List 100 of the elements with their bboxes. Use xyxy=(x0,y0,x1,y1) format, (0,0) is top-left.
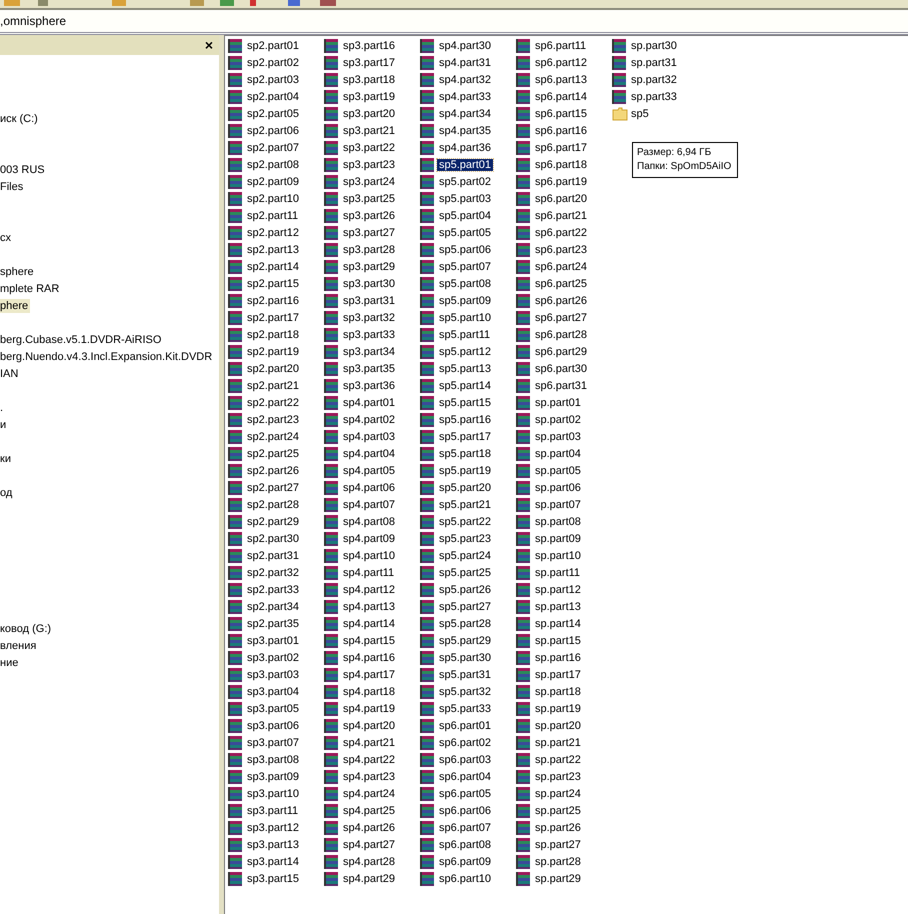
file-item[interactable]: sp4.part29 xyxy=(324,870,420,887)
file-item[interactable]: sp5.part29 xyxy=(420,632,516,649)
file-item[interactable]: sp3.part32 xyxy=(324,309,420,326)
file-item[interactable]: sp5.part31 xyxy=(420,666,516,683)
file-item[interactable]: sp5.part05 xyxy=(420,224,516,241)
file-item[interactable]: sp4.part22 xyxy=(324,751,420,768)
file-item[interactable]: sp.part12 xyxy=(516,581,612,598)
file-item[interactable]: sp2.part20 xyxy=(228,360,324,377)
file-item[interactable]: sp2.part31 xyxy=(228,547,324,564)
file-item[interactable]: sp5.part11 xyxy=(420,326,516,343)
file-item[interactable]: sp4.part09 xyxy=(324,530,420,547)
file-item[interactable]: sp4.part03 xyxy=(324,428,420,445)
file-item[interactable]: sp.part11 xyxy=(516,564,612,581)
file-item[interactable]: sp4.part28 xyxy=(324,853,420,870)
file-item[interactable]: sp2.part21 xyxy=(228,377,324,394)
file-item[interactable]: sp2.part30 xyxy=(228,530,324,547)
tree-item[interactable]: сх xyxy=(0,230,13,244)
file-item[interactable]: sp2.part07 xyxy=(228,139,324,156)
file-item[interactable]: sp.part24 xyxy=(516,785,612,802)
tree-item[interactable]: phere xyxy=(0,298,30,312)
file-item[interactable]: sp5.part22 xyxy=(420,513,516,530)
file-item[interactable]: sp.part25 xyxy=(516,802,612,819)
file-item[interactable]: sp2.part22 xyxy=(228,394,324,411)
file-item[interactable]: sp3.part05 xyxy=(228,700,324,717)
file-item[interactable]: sp2.part33 xyxy=(228,581,324,598)
file-item[interactable]: sp4.part16 xyxy=(324,649,420,666)
file-item[interactable]: sp3.part13 xyxy=(228,836,324,853)
file-item[interactable]: sp4.part05 xyxy=(324,462,420,479)
file-item[interactable]: sp4.part17 xyxy=(324,666,420,683)
file-item[interactable]: sp.part30 xyxy=(612,37,708,54)
file-item[interactable]: sp6.part24 xyxy=(516,258,612,275)
file-item[interactable]: sp.part32 xyxy=(612,71,708,88)
file-item[interactable]: sp6.part06 xyxy=(420,802,516,819)
file-item[interactable]: sp6.part17 xyxy=(516,139,612,156)
file-item[interactable]: sp6.part31 xyxy=(516,377,612,394)
file-item[interactable]: sp2.part11 xyxy=(228,207,324,224)
file-item[interactable]: sp5.part02 xyxy=(420,173,516,190)
file-item[interactable]: sp2.part10 xyxy=(228,190,324,207)
file-item[interactable]: sp6.part15 xyxy=(516,105,612,122)
file-item[interactable]: sp5.part16 xyxy=(420,411,516,428)
file-item[interactable]: sp3.part09 xyxy=(228,768,324,785)
file-item[interactable]: sp2.part02 xyxy=(228,54,324,71)
file-item[interactable]: sp6.part12 xyxy=(516,54,612,71)
file-item[interactable]: sp3.part18 xyxy=(324,71,420,88)
file-item[interactable]: sp6.part23 xyxy=(516,241,612,258)
tree-item[interactable]: sphere xyxy=(0,264,36,278)
file-item[interactable]: sp3.part14 xyxy=(228,853,324,870)
file-item[interactable]: sp.part23 xyxy=(516,768,612,785)
file-item[interactable]: sp2.part09 xyxy=(228,173,324,190)
file-item[interactable]: sp6.part19 xyxy=(516,173,612,190)
file-item[interactable]: sp4.part31 xyxy=(420,54,516,71)
file-item[interactable]: sp3.part22 xyxy=(324,139,420,156)
file-item[interactable]: sp5.part14 xyxy=(420,377,516,394)
file-item[interactable]: sp.part09 xyxy=(516,530,612,547)
file-item[interactable]: sp2.part23 xyxy=(228,411,324,428)
file-item[interactable]: sp6.part13 xyxy=(516,71,612,88)
file-item[interactable]: sp3.part33 xyxy=(324,326,420,343)
tree-item[interactable]: од xyxy=(0,486,14,500)
file-item[interactable]: sp4.part32 xyxy=(420,71,516,88)
file-item[interactable]: sp5.part13 xyxy=(420,360,516,377)
file-item[interactable]: sp.part05 xyxy=(516,462,612,479)
file-item[interactable]: sp3.part03 xyxy=(228,666,324,683)
file-item[interactable]: sp4.part08 xyxy=(324,513,420,530)
tree-item[interactable]: вления xyxy=(0,638,38,652)
file-item[interactable]: sp.part33 xyxy=(612,88,708,105)
file-item[interactable]: sp2.part25 xyxy=(228,445,324,462)
file-item[interactable]: sp3.part26 xyxy=(324,207,420,224)
file-item[interactable]: sp.part01 xyxy=(516,394,612,411)
file-item[interactable]: sp2.part01 xyxy=(228,37,324,54)
file-item[interactable]: sp.part10 xyxy=(516,547,612,564)
file-item[interactable]: sp5.part08 xyxy=(420,275,516,292)
file-item[interactable]: sp2.part32 xyxy=(228,564,324,581)
file-item[interactable]: sp.part18 xyxy=(516,683,612,700)
file-item[interactable]: sp3.part07 xyxy=(228,734,324,751)
file-item[interactable]: sp2.part05 xyxy=(228,105,324,122)
file-item[interactable]: sp.part14 xyxy=(516,615,612,632)
file-item[interactable]: sp4.part02 xyxy=(324,411,420,428)
file-item[interactable]: sp3.part29 xyxy=(324,258,420,275)
file-item[interactable]: sp3.part11 xyxy=(228,802,324,819)
file-item[interactable]: sp2.part13 xyxy=(228,241,324,258)
file-item[interactable]: sp3.part06 xyxy=(228,717,324,734)
tree-item[interactable]: и xyxy=(0,418,8,432)
tree-item[interactable]: Files xyxy=(0,180,26,194)
file-item[interactable]: sp5.part24 xyxy=(420,547,516,564)
file-item[interactable]: sp3.part34 xyxy=(324,343,420,360)
file-item[interactable]: sp4.part26 xyxy=(324,819,420,836)
file-item[interactable]: sp5.part01 xyxy=(420,156,516,173)
file-item[interactable]: sp3.part20 xyxy=(324,105,420,122)
file-item[interactable]: sp3.part16 xyxy=(324,37,420,54)
file-item[interactable]: sp6.part26 xyxy=(516,292,612,309)
file-item[interactable]: sp3.part25 xyxy=(324,190,420,207)
file-item[interactable]: sp2.part27 xyxy=(228,479,324,496)
file-item[interactable]: sp3.part08 xyxy=(228,751,324,768)
file-item[interactable]: sp2.part06 xyxy=(228,122,324,139)
file-item[interactable]: sp6.part30 xyxy=(516,360,612,377)
file-item[interactable]: sp.part07 xyxy=(516,496,612,513)
file-item[interactable]: sp.part26 xyxy=(516,819,612,836)
file-item[interactable]: sp4.part30 xyxy=(420,37,516,54)
file-item[interactable]: sp5.part03 xyxy=(420,190,516,207)
file-item[interactable]: sp4.part33 xyxy=(420,88,516,105)
